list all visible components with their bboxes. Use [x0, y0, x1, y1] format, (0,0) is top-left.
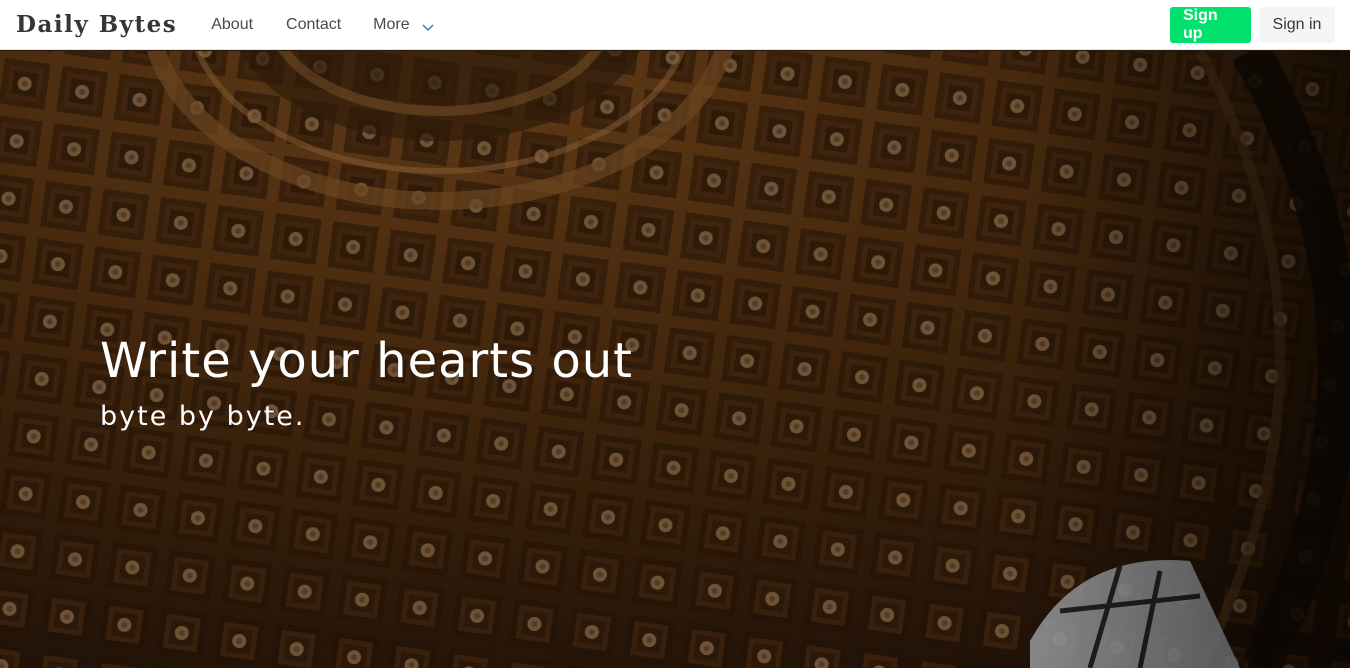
nav-link-contact[interactable]: Contact	[286, 16, 341, 34]
chevron-down-icon	[422, 20, 434, 32]
nav-more-label: More	[373, 15, 410, 33]
nav-link-about[interactable]: About	[211, 16, 253, 34]
signup-button[interactable]: Sign up	[1170, 6, 1251, 43]
hero-text-block: Write your hearts out byte by byte.	[100, 331, 633, 435]
signin-button[interactable]: Sign in	[1259, 6, 1335, 43]
nav-dropdown-more[interactable]: More	[373, 15, 434, 34]
top-navbar: Daily Bytes About Contact More Sign up S…	[0, 0, 1350, 50]
nav-actions: Sign up Sign in	[1170, 6, 1335, 43]
hero-title: Write your hearts out	[100, 333, 633, 389]
brand-logo[interactable]: Daily Bytes	[16, 11, 177, 38]
hero-subtitle: byte by byte.	[100, 401, 306, 432]
hero-banner: Write your hearts out byte by byte.	[0, 51, 1350, 668]
